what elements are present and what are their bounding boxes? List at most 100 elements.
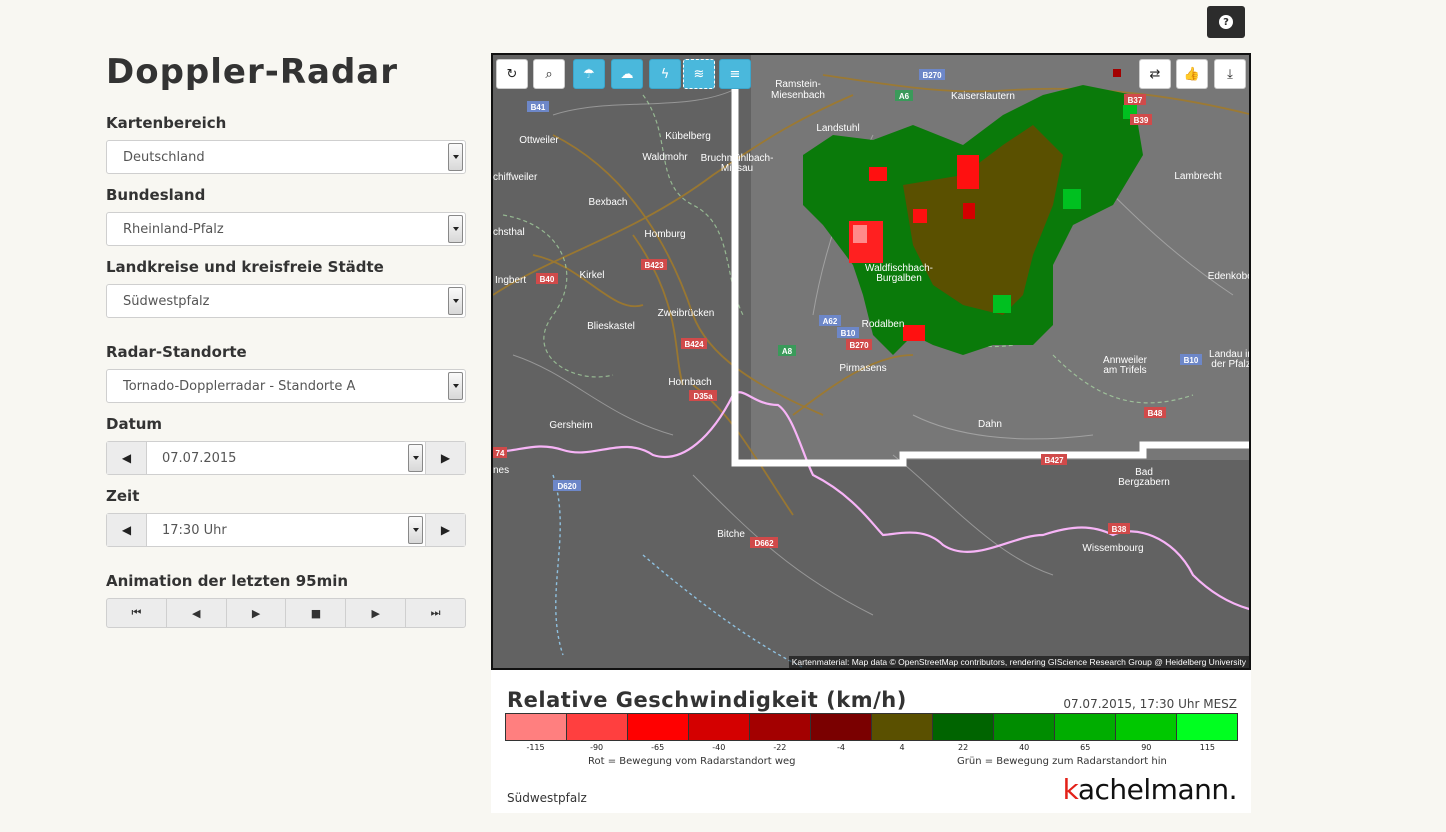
chevron-down-icon xyxy=(408,444,423,472)
svg-text:Homburg: Homburg xyxy=(644,229,685,240)
svg-text:B270: B270 xyxy=(922,71,942,80)
datum-prev-button[interactable]: ◀ xyxy=(107,442,147,474)
zeit-next-button[interactable]: ▶ xyxy=(425,514,465,546)
zeit-select[interactable]: 17:30 Uhr xyxy=(147,514,425,546)
scale-swatch xyxy=(811,714,872,740)
bundesland-select[interactable]: Rheinland-Pfalz xyxy=(106,212,466,246)
svg-text:Kaiserslautern: Kaiserslautern xyxy=(951,91,1015,102)
zeit-prev-button[interactable]: ◀ xyxy=(107,514,147,546)
svg-text:B270: B270 xyxy=(849,341,869,350)
scale-tick-label: 90 xyxy=(1141,743,1152,752)
scale-tick-label: -22 xyxy=(773,743,787,752)
scale-tick-label: -90 xyxy=(590,743,604,752)
bundesland-label: Bundesland xyxy=(106,186,206,204)
animation-controls: ⏮ ◀ ▶ ■ ▶ ⏭ xyxy=(106,598,466,628)
svg-text:der Pfalz: der Pfalz xyxy=(1211,359,1250,370)
question-icon: ? xyxy=(1219,15,1233,29)
radar-map[interactable]: Ramstein- Miesenbach Kaiserslautern Land… xyxy=(491,53,1251,670)
datum-stepper: ◀ 07.07.2015 ▶ xyxy=(106,441,466,475)
next-frame-button[interactable]: ▶ xyxy=(346,599,407,627)
svg-text:A62: A62 xyxy=(823,317,838,326)
scale-tick-label: 40 xyxy=(1019,743,1030,752)
hail-icon: ☁ xyxy=(620,66,634,82)
scale-swatch xyxy=(689,714,750,740)
svg-text:B41: B41 xyxy=(531,103,546,112)
stop-button[interactable]: ■ xyxy=(286,599,347,627)
last-frame-button[interactable]: ⏭ xyxy=(406,599,465,627)
control-panel: Doppler-Radar Kartenbereich Deutschland … xyxy=(106,52,466,640)
wind-gust-layer-button[interactable]: ≡ xyxy=(719,59,751,89)
legend-panel: Relative Geschwindigkeit (km/h) 07.07.20… xyxy=(491,670,1251,813)
svg-text:Gersheim: Gersheim xyxy=(549,420,592,431)
kartenbereich-select[interactable]: Deutschland xyxy=(106,140,466,174)
svg-text:A8: A8 xyxy=(782,347,793,356)
svg-text:Lambrecht: Lambrecht xyxy=(1174,171,1221,182)
play-button[interactable]: ▶ xyxy=(227,599,287,627)
datum-select[interactable]: 07.07.2015 xyxy=(147,442,425,474)
scale-tick-label: 65 xyxy=(1080,743,1091,752)
chevron-down-icon xyxy=(448,143,463,171)
chevron-down-icon xyxy=(448,215,463,243)
refresh-icon: ↻ xyxy=(506,66,518,82)
lightning-layer-button[interactable]: ϟ xyxy=(649,59,681,89)
thumbs-up-icon: 👍 xyxy=(1183,66,1201,82)
svg-text:D620: D620 xyxy=(557,482,577,491)
scale-swatch xyxy=(628,714,689,740)
svg-text:Blieskastel: Blieskastel xyxy=(587,321,635,332)
scale-tick-label: -115 xyxy=(526,743,545,752)
chevron-down-icon xyxy=(408,516,423,544)
scale-tick-label: 115 xyxy=(1199,743,1216,752)
svg-text:B38: B38 xyxy=(1112,525,1127,534)
scale-swatch xyxy=(872,714,933,740)
radar-select[interactable]: Tornado-Dopplerradar - Standorte A xyxy=(106,369,466,403)
zeit-label: Zeit xyxy=(106,487,140,505)
hail-layer-button[interactable]: ☁ xyxy=(611,59,643,89)
first-frame-button[interactable]: ⏮ xyxy=(107,599,167,627)
loop-button[interactable]: ⇄ xyxy=(1139,59,1171,89)
scale-swatch xyxy=(567,714,628,740)
zoom-button[interactable]: ⌕ xyxy=(533,59,565,89)
legend-region: Südwestpfalz xyxy=(507,791,587,805)
svg-text:B10: B10 xyxy=(1184,356,1199,365)
page-title: Doppler-Radar xyxy=(106,52,399,92)
chevron-down-icon xyxy=(448,287,463,315)
svg-text:Hornbach: Hornbach xyxy=(668,377,711,388)
svg-text:Ramstein-: Ramstein- xyxy=(775,79,821,90)
color-scale xyxy=(505,713,1238,741)
scale-swatch xyxy=(750,714,811,740)
svg-text:Pirmasens: Pirmasens xyxy=(839,363,886,374)
svg-text:Edenkoben: Edenkoben xyxy=(1208,271,1251,282)
svg-text:B40: B40 xyxy=(540,275,555,284)
rain-layer-button[interactable]: ☂ xyxy=(573,59,605,89)
download-button[interactable]: ⤓ xyxy=(1214,59,1246,89)
note-green: Grün = Bewegung zum Radarstandort hin xyxy=(957,756,1167,767)
svg-text:Bergzabern: Bergzabern xyxy=(1118,477,1170,488)
svg-text:B10: B10 xyxy=(841,329,856,338)
chevron-down-icon xyxy=(448,372,463,400)
refresh-button[interactable]: ↻ xyxy=(496,59,528,89)
scale-swatch xyxy=(933,714,994,740)
datum-next-button[interactable]: ▶ xyxy=(425,442,465,474)
datum-label: Datum xyxy=(106,415,163,433)
wind-icon: ≋ xyxy=(693,66,705,82)
prev-frame-button[interactable]: ◀ xyxy=(167,599,227,627)
legend-title: Relative Geschwindigkeit (km/h) xyxy=(507,688,907,712)
svg-text:Kübelberg: Kübelberg xyxy=(665,131,711,142)
wind-layer-button[interactable]: ≋ xyxy=(683,59,715,89)
svg-text:Zweibrücken: Zweibrücken xyxy=(658,308,715,319)
svg-text:B48: B48 xyxy=(1148,409,1163,418)
landkreis-select[interactable]: Südwestpfalz xyxy=(106,284,466,318)
scale-tick-label: -40 xyxy=(712,743,726,752)
svg-text:Kirkel: Kirkel xyxy=(579,270,604,281)
svg-text:Rodalben: Rodalben xyxy=(862,319,905,330)
scale-tick-label: -65 xyxy=(651,743,665,752)
help-button[interactable]: ? xyxy=(1207,6,1245,38)
kartenbereich-label: Kartenbereich xyxy=(106,114,227,132)
legend-datetime: 07.07.2015, 17:30 Uhr MESZ xyxy=(1063,697,1237,711)
like-button[interactable]: 👍 xyxy=(1176,59,1208,89)
svg-text:B37: B37 xyxy=(1128,96,1143,105)
svg-text:Wissembourg: Wissembourg xyxy=(1082,543,1143,554)
scale-swatch xyxy=(1055,714,1116,740)
radar-label: Radar-Standorte xyxy=(106,343,247,361)
map-canvas: Ramstein- Miesenbach Kaiserslautern Land… xyxy=(493,55,1251,668)
